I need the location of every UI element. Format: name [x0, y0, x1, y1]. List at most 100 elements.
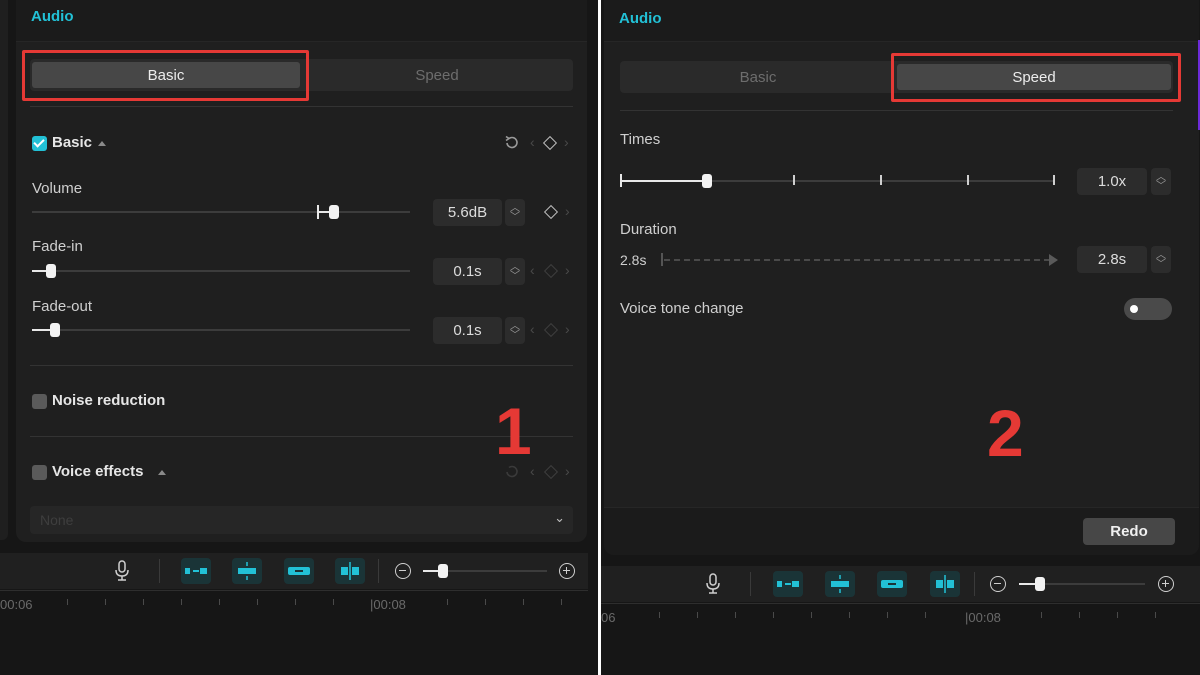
basic-checkbox[interactable] — [32, 136, 47, 151]
refresh-icon[interactable] — [503, 134, 521, 152]
fade-out-stepper[interactable]: ︿ ﹀ — [505, 317, 525, 344]
fade-in-slider[interactable] — [32, 270, 410, 272]
duration-track — [664, 259, 1050, 261]
prev-keyframe-icon[interactable]: ‹ — [530, 134, 535, 150]
times-stepper[interactable]: ︿ ﹀ — [1151, 168, 1171, 195]
link-clips-icon[interactable] — [284, 558, 314, 584]
microphone-icon[interactable] — [705, 573, 721, 595]
section-divider-2 — [30, 436, 573, 437]
right-screenshot: Audio Basic Speed Times 1.0x ︿ ﹀ Duration… — [601, 0, 1200, 675]
voice-effects-caret-icon[interactable] — [158, 470, 166, 475]
ruler-tick — [735, 612, 736, 618]
volume-next-keyframe-icon[interactable]: › — [565, 203, 570, 219]
ruler-tick — [561, 599, 562, 605]
volume-slider[interactable] — [32, 211, 410, 213]
microphone-icon[interactable] — [114, 560, 130, 582]
tab-speed[interactable]: Speed — [303, 62, 571, 88]
ruler-top-border — [601, 603, 1200, 604]
ruler-tick — [925, 612, 926, 618]
fade-in-prev-keyframe-icon: ‹ — [530, 262, 535, 278]
collapse-caret-icon[interactable] — [98, 141, 106, 146]
fade-in-slider-handle[interactable] — [45, 264, 56, 278]
voice-effects-select[interactable]: None ⌄ — [30, 506, 573, 534]
timeline-time-1: 00:06 — [0, 597, 33, 612]
duration-value-field[interactable]: 2.8s — [1077, 246, 1147, 273]
toolbar-separator-2 — [974, 572, 975, 596]
volume-slider-handle[interactable] — [329, 205, 340, 219]
fade-out-value-field[interactable]: 0.1s — [433, 317, 502, 344]
fade-out-keyframe-icon — [543, 322, 559, 338]
times-value-field[interactable]: 1.0x — [1077, 168, 1147, 195]
toolbar-separator — [159, 559, 160, 583]
voice-effects-checkbox[interactable] — [32, 465, 47, 480]
ruler-tick — [1155, 612, 1156, 618]
panel-title: Audio — [31, 8, 74, 25]
keyframe-diamond-icon[interactable] — [542, 135, 558, 151]
duration-label: Duration — [620, 221, 677, 238]
zoom-in-icon[interactable] — [1158, 576, 1174, 592]
timeline-toolbar — [601, 566, 1200, 602]
times-tick — [880, 175, 882, 185]
times-tick-start — [620, 174, 622, 187]
times-slider-handle[interactable] — [701, 174, 712, 188]
duration-stepper[interactable]: ︿ ﹀ — [1151, 246, 1171, 273]
voice-tone-toggle[interactable] — [1124, 298, 1172, 320]
ruler-tick — [773, 612, 774, 618]
split-icon[interactable] — [930, 571, 960, 597]
fade-out-next-keyframe-icon: › — [565, 321, 570, 337]
ruler-tick — [67, 599, 68, 605]
duration-track-start — [661, 253, 663, 266]
highlight-box-basic-tab — [22, 50, 309, 101]
zoom-in-icon[interactable] — [559, 563, 575, 579]
voice-effects-keyframe-icon — [543, 464, 559, 480]
panel-header: Audio — [16, 0, 587, 42]
fade-in-keyframe-icon — [543, 263, 559, 279]
ruler-tick — [181, 599, 182, 605]
fade-out-slider[interactable] — [32, 329, 410, 331]
freeze-frame-icon[interactable] — [232, 558, 262, 584]
link-left-icon[interactable] — [773, 571, 803, 597]
fade-in-value-field[interactable]: 0.1s — [433, 258, 502, 285]
timeline-toolbar — [0, 553, 588, 589]
panel-header: Audio — [604, 0, 1199, 42]
tab-basic[interactable]: Basic — [622, 64, 894, 90]
freeze-frame-icon[interactable] — [825, 571, 855, 597]
ruler-tick — [143, 599, 144, 605]
tab-divider — [30, 106, 573, 107]
times-tick-end — [1053, 175, 1055, 185]
link-clips-icon[interactable] — [877, 571, 907, 597]
link-left-icon[interactable] — [181, 558, 211, 584]
volume-stepper[interactable]: ︿ ﹀ — [505, 199, 525, 226]
panel-title: Audio — [619, 10, 662, 27]
volume-label: Volume — [32, 180, 83, 197]
noise-reduction-label: Noise reduction — [52, 392, 166, 409]
fade-in-stepper[interactable]: ︿ ﹀ — [505, 258, 525, 285]
voice-effects-next-keyframe-icon: › — [565, 463, 570, 479]
split-icon[interactable] — [335, 558, 365, 584]
ruler-tick — [333, 599, 334, 605]
volume-zero-marker — [317, 205, 319, 219]
volume-value-field[interactable]: 5.6dB — [433, 199, 502, 226]
zoom-slider-handle[interactable] — [438, 564, 448, 578]
duration-arrow-icon — [1049, 254, 1058, 266]
fade-out-prev-keyframe-icon: ‹ — [530, 321, 535, 337]
basic-section-title: Basic — [52, 134, 93, 151]
toolbar-separator-2 — [378, 559, 379, 583]
panel-footer: Redo — [604, 507, 1199, 555]
zoom-out-icon[interactable] — [990, 576, 1006, 592]
noise-reduction-checkbox[interactable] — [32, 394, 47, 409]
ruler-tick — [1117, 612, 1118, 618]
zoom-out-icon[interactable] — [395, 563, 411, 579]
next-keyframe-icon[interactable]: › — [564, 134, 569, 150]
zoom-slider-handle[interactable] — [1035, 577, 1045, 591]
ruler-tick — [523, 599, 524, 605]
volume-keyframe-icon[interactable] — [543, 204, 559, 220]
redo-button[interactable]: Redo — [1083, 518, 1175, 545]
fade-out-slider-handle[interactable] — [49, 323, 60, 337]
ruler-tick — [257, 599, 258, 605]
highlight-box-speed-tab — [891, 53, 1181, 102]
fade-in-next-keyframe-icon: › — [565, 262, 570, 278]
ruler-tick — [1079, 612, 1080, 618]
ruler-tick — [447, 599, 448, 605]
times-tick — [793, 175, 795, 185]
